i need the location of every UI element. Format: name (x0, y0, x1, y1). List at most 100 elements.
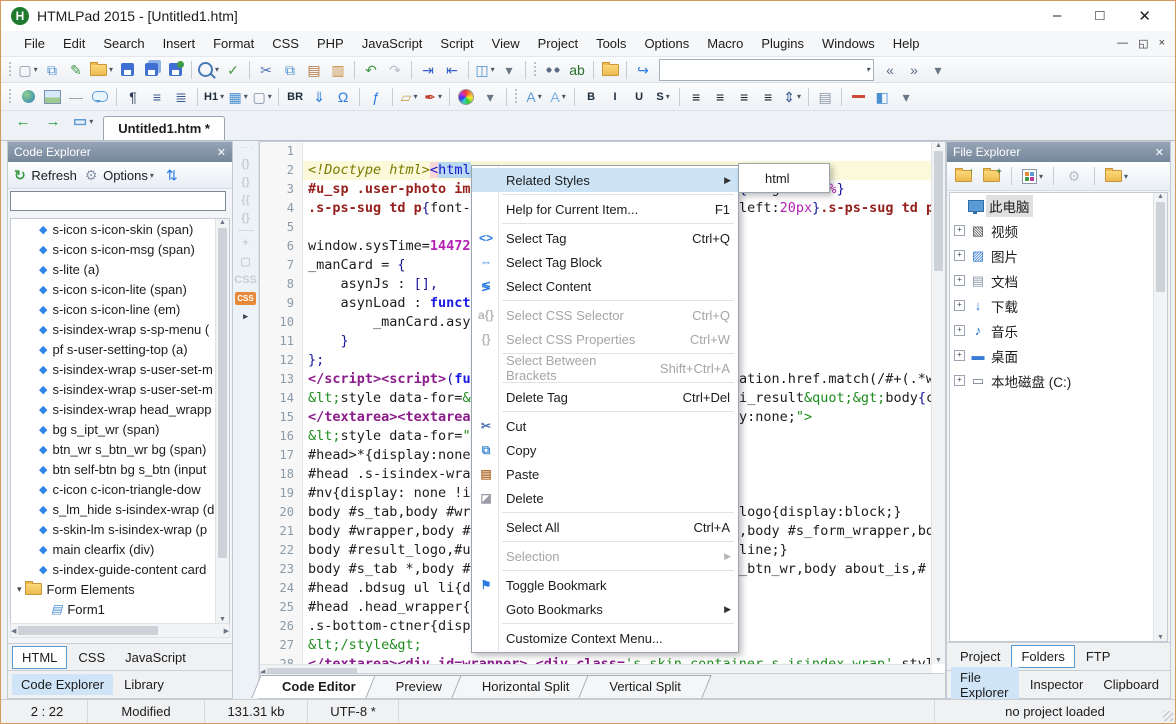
menu-item-copy[interactable]: ⧉Copy (472, 438, 738, 462)
expand-plus-icon[interactable]: + (954, 225, 965, 236)
view-tab-preview[interactable]: Preview (376, 674, 462, 698)
align-justify-button[interactable]: ≡ (757, 86, 779, 108)
collapse-panel-icon[interactable]: ▸ (243, 311, 248, 322)
expand-plus-icon[interactable]: + (954, 325, 965, 336)
comment-button[interactable] (89, 86, 111, 108)
menu-help[interactable]: Help (884, 33, 929, 54)
tree-vertical-scrollbar[interactable]: ▲▼ (1153, 193, 1167, 641)
tab-folders[interactable]: Folders (1011, 645, 1074, 668)
menu-options[interactable]: Options (635, 33, 698, 54)
menu-edit[interactable]: Edit (54, 33, 94, 54)
new-folder-button[interactable]: + (980, 165, 1002, 187)
align-left-button[interactable]: ≡ (685, 86, 707, 108)
fe-item--[interactable]: +▨图片 (950, 243, 1167, 268)
menu-item-cut[interactable]: ✂Cut (472, 414, 738, 438)
menu-search[interactable]: Search (94, 33, 153, 54)
close-button[interactable]: ✕ (1138, 7, 1151, 25)
font-size-button[interactable]: A▾ (547, 86, 569, 108)
save-all-button[interactable] (140, 59, 162, 81)
editor-vertical-scrollbar[interactable]: ▲▼ (931, 142, 945, 664)
bold-button[interactable]: B (580, 86, 602, 108)
submenu-item-html[interactable]: html (739, 166, 829, 190)
tree-item[interactable]: ◆s-isindex-wrap head_wrapp (11, 399, 229, 419)
center-element-icon[interactable]: + (242, 237, 248, 249)
edit-document-button[interactable]: ✎ (65, 59, 87, 81)
image-button[interactable] (41, 86, 63, 108)
toolbar-overflow-button[interactable]: ▾ (479, 86, 501, 108)
font-color-button[interactable] (847, 86, 869, 108)
replace-button[interactable]: ab (566, 59, 588, 81)
paste-button[interactable]: ▤ (303, 59, 325, 81)
syntax-highlight-button[interactable]: ✒▾ (422, 86, 444, 108)
horizontal-rule-button[interactable]: — (65, 86, 87, 108)
tree-item[interactable]: ◆s-skin-lm s-isindex-wrap (p (11, 519, 229, 539)
paragraph-button[interactable]: ¶ (122, 86, 144, 108)
menu-tools[interactable]: Tools (587, 33, 635, 54)
underline-button[interactable]: U (628, 86, 650, 108)
refresh-button[interactable]: ↻ Refresh (13, 164, 78, 186)
fe-item--[interactable]: +▬桌面 (950, 343, 1167, 368)
scrollbar-thumb[interactable] (1156, 202, 1165, 292)
tab-css[interactable]: CSS (69, 647, 114, 668)
toolbar-overflow-button[interactable]: ▾ (927, 59, 949, 81)
view-tab-horizontal-split[interactable]: Horizontal Split (462, 674, 589, 698)
strikethrough-button[interactable]: S▾ (652, 86, 674, 108)
view-tab-code-editor[interactable]: Code Editor (262, 674, 376, 698)
menu-insert[interactable]: Insert (154, 33, 205, 54)
tab-library[interactable]: Library (115, 674, 173, 695)
tree-item[interactable]: ◆bg s_ipt_wr (span) (11, 419, 229, 439)
scroll-right-icon[interactable]: ▶ (224, 627, 229, 635)
menu-css[interactable]: CSS (263, 33, 308, 54)
tree-item[interactable]: ◆s-icon s-icon-lite (span) (11, 279, 229, 299)
css-validate-disabled-icon[interactable]: CSS (234, 274, 257, 286)
find-next-button[interactable]: » (903, 59, 925, 81)
scroll-left-icon[interactable]: ◀ (11, 627, 16, 635)
block-element-icon[interactable]: ▢ (240, 255, 250, 268)
tree-item[interactable]: ◆btn_wr s_btn_wr bg (span) (11, 439, 229, 459)
tree-item[interactable]: ◆s-isindex-wrap s-sp-menu ( (11, 319, 229, 339)
paste-code-button[interactable]: ▥ (327, 59, 349, 81)
tab-inspector[interactable]: Inspector (1021, 674, 1092, 695)
view-tab-vertical-split[interactable]: Vertical Split (589, 674, 701, 698)
forward-button[interactable]: → (42, 111, 64, 133)
menu-item-customize-context-menu-[interactable]: Customize Context Menu... (472, 626, 738, 650)
scroll-down-icon[interactable]: ▼ (935, 657, 942, 664)
settings-gear-button[interactable]: ⚙ (1063, 165, 1085, 187)
menu-item-goto-bookmarks[interactable]: Goto Bookmarks▶ (472, 597, 738, 621)
tree-item[interactable]: ◆s-lite (a) (11, 259, 229, 279)
document-tab[interactable]: Untitled1.htm * (103, 116, 225, 140)
toolbar-grip[interactable] (514, 89, 519, 105)
align-right-button[interactable]: ≡ (733, 86, 755, 108)
anchor-button[interactable]: ⇓ (308, 86, 330, 108)
special-character-button[interactable]: Ω (332, 86, 354, 108)
expand-plus-icon[interactable]: + (954, 275, 965, 286)
toolbar-overflow-button[interactable]: ▾ (498, 59, 520, 81)
hyperlink-button[interactable] (17, 86, 39, 108)
font-name-button[interactable]: A▾ (523, 86, 545, 108)
tree-vertical-scrollbar[interactable]: ▲▼ (215, 219, 229, 623)
cut-button[interactable]: ✂ (255, 59, 277, 81)
tree-item[interactable]: ◆s-isindex-wrap s-user-set-m (11, 379, 229, 399)
tree-item[interactable]: ◆main clearfix (div) (11, 539, 229, 559)
tree-item[interactable]: ◆c-icon c-icon-triangle-dow (11, 479, 229, 499)
folders-button[interactable]: ▾ (1104, 165, 1129, 187)
save-button[interactable] (116, 59, 138, 81)
maximize-button[interactable]: □ (1095, 7, 1104, 25)
table-button[interactable]: ▦▾ (227, 86, 249, 108)
menu-item-delete[interactable]: ◪Delete (472, 486, 738, 510)
menu-item-toggle-bookmark[interactable]: ⚑Toggle Bookmark (472, 573, 738, 597)
save-remote-button[interactable] (164, 59, 186, 81)
toolbar-grip[interactable] (533, 62, 538, 78)
color-picker-button[interactable] (455, 86, 477, 108)
file-explorer-tree[interactable]: 此电脑+▧视频+▨图片+▤文档+↓下载+♪音乐+▬桌面+▭本地磁盘 (C:) ▲… (949, 192, 1168, 642)
tree-item[interactable]: ◆s-icon s-icon-line (em) (11, 299, 229, 319)
menu-php[interactable]: PHP (308, 33, 353, 54)
tab-ftp[interactable]: FTP (1077, 646, 1120, 667)
new-template-button[interactable]: ⧉ (41, 59, 63, 81)
close-panel-icon[interactable]: ✕ (217, 146, 226, 159)
css-validate-icon[interactable]: CSS (235, 292, 255, 305)
tree-group-form-elements[interactable]: ▾Form Elements (11, 579, 229, 599)
sort-button[interactable]: ⇅ (161, 164, 183, 186)
menu-view[interactable]: View (483, 33, 529, 54)
tag-button[interactable]: ▱▾ (398, 86, 420, 108)
